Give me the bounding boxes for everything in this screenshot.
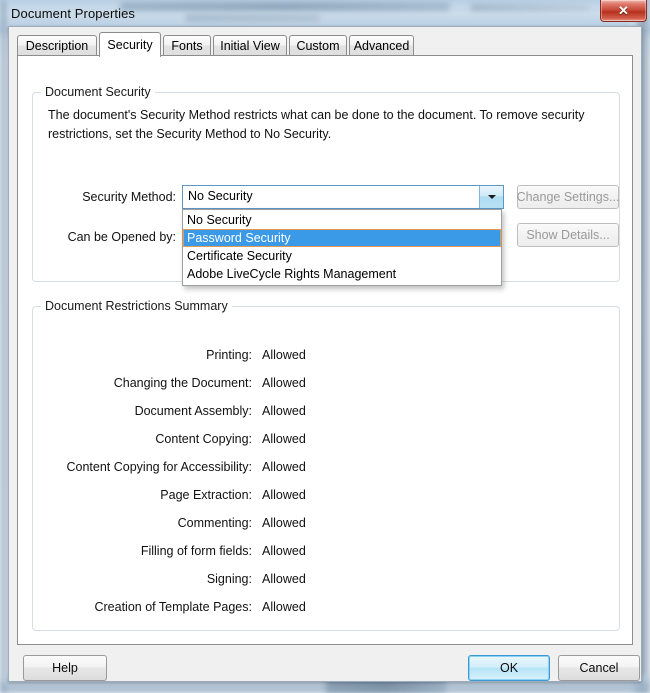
- tab-fonts[interactable]: Fonts: [163, 35, 211, 56]
- close-button[interactable]: ✕: [600, 0, 647, 22]
- tab-strip: Description Security Fonts Initial View Cust…: [17, 32, 633, 57]
- restriction-label: Document Assembly:: [134, 404, 252, 418]
- dropdown-option[interactable]: Password Security: [183, 229, 501, 247]
- combobox-dropdown-button[interactable]: [479, 186, 503, 208]
- restriction-label: Creation of Template Pages:: [94, 600, 252, 614]
- restriction-label: Page Extraction:: [160, 488, 252, 502]
- restriction-value: Allowed: [262, 348, 306, 362]
- restriction-row: Signing: Allowed: [32, 572, 432, 600]
- restriction-label: Filling of form fields:: [140, 544, 252, 558]
- security-method-dropdown-list[interactable]: No Security Password Security Certificate …: [182, 209, 502, 286]
- restriction-label: Commenting:: [177, 516, 252, 530]
- tab-label: Initial View: [220, 39, 280, 53]
- title-bar[interactable]: Document Properties ✕: [8, 0, 647, 26]
- tab-label: Fonts: [171, 39, 203, 53]
- window-title: Document Properties: [11, 6, 136, 21]
- restriction-value: Allowed: [262, 544, 306, 558]
- restriction-label: Changing the Document:: [113, 376, 252, 390]
- tab-label: Security: [107, 38, 153, 52]
- restriction-row: Content Copying: Allowed: [32, 432, 432, 460]
- restriction-value: Allowed: [262, 488, 306, 502]
- can-be-opened-by-label: Can be Opened by:: [67, 230, 176, 244]
- tab-label: Advanced: [353, 39, 410, 53]
- document-properties-dialog: Document Properties ✕ Description Securit…: [8, 0, 647, 682]
- help-button[interactable]: Help: [23, 655, 107, 681]
- restriction-value: Allowed: [262, 432, 306, 446]
- security-tab-panel: Document Security The document's Securit…: [17, 55, 633, 645]
- chevron-down-icon: [487, 195, 496, 199]
- tab-initial-view[interactable]: Initial View: [213, 35, 287, 56]
- restriction-label: Signing:: [206, 572, 252, 586]
- ok-button[interactable]: OK: [468, 655, 550, 681]
- tab-custom[interactable]: Custom: [289, 35, 347, 56]
- close-icon: ✕: [618, 2, 629, 18]
- restriction-value: Allowed: [262, 376, 306, 390]
- tab-label: Description: [25, 39, 89, 53]
- restriction-row: Changing the Document: Allowed: [32, 376, 432, 404]
- cancel-label: Cancel: [579, 661, 619, 675]
- document-restrictions-legend: Document Restrictions Summary: [41, 299, 232, 313]
- show-details-button[interactable]: Show Details...: [517, 223, 619, 247]
- tab-advanced[interactable]: Advanced: [349, 35, 414, 56]
- restriction-value: Allowed: [262, 404, 306, 418]
- restriction-label: Content Copying:: [155, 432, 252, 446]
- dropdown-option[interactable]: No Security: [183, 211, 501, 229]
- restriction-value: Allowed: [262, 572, 306, 586]
- security-method-value: No Security: [188, 189, 253, 203]
- dropdown-option[interactable]: Certificate Security: [183, 247, 501, 265]
- restriction-row: Commenting: Allowed: [32, 516, 432, 544]
- restriction-row: Filling of form fields: Allowed: [32, 544, 432, 572]
- restriction-row: Content Copying for Accessibility: Allowe…: [32, 460, 432, 488]
- dialog-client-area: Description Security Fonts Initial View Cust…: [8, 26, 642, 682]
- ok-label: OK: [499, 661, 519, 675]
- dropdown-option[interactable]: Adobe LiveCycle Rights Management: [183, 265, 501, 283]
- help-label: Help: [52, 661, 78, 675]
- cancel-button[interactable]: Cancel: [558, 655, 640, 681]
- tab-label: Custom: [296, 39, 340, 53]
- security-method-label: Security Method:: [82, 190, 176, 204]
- restriction-row: Printing: Allowed: [32, 348, 432, 376]
- security-method-combobox[interactable]: No Security: [182, 185, 504, 209]
- restriction-value: Allowed: [262, 460, 306, 474]
- document-security-legend: Document Security: [41, 85, 155, 99]
- show-details-label: Show Details...: [526, 228, 610, 242]
- restriction-row: Page Extraction: Allowed: [32, 488, 432, 516]
- restriction-row: Document Assembly: Allowed: [32, 404, 432, 432]
- change-settings-button[interactable]: Change Settings...: [517, 185, 619, 209]
- backdrop-window-frame-left: [0, 0, 8, 693]
- tab-description[interactable]: Description: [17, 35, 97, 56]
- restriction-row: Creation of Template Pages: Allowed: [32, 600, 432, 628]
- restrictions-table: Printing: Allowed Changing the Document: Al…: [32, 348, 432, 628]
- security-description: The document's Security Method restricts…: [48, 108, 585, 141]
- change-settings-label: Change Settings...: [516, 190, 620, 204]
- tab-security[interactable]: Security: [99, 32, 161, 57]
- restriction-label: Printing:: [206, 348, 252, 362]
- restriction-label: Content Copying for Accessibility:: [66, 460, 252, 474]
- restriction-value: Allowed: [262, 516, 306, 530]
- restriction-value: Allowed: [262, 600, 306, 614]
